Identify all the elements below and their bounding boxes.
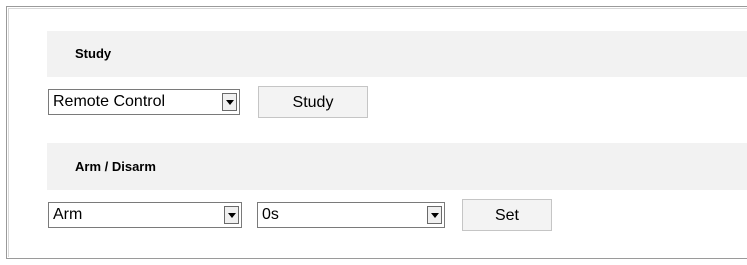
arm-mode-select-value: Arm — [53, 206, 83, 223]
panel-frame-inner-top — [8, 8, 747, 9]
chevron-down-icon[interactable] — [222, 93, 237, 111]
remote-control-select[interactable]: Remote Control — [48, 89, 240, 115]
study-button[interactable]: Study — [258, 86, 368, 118]
arm-mode-select[interactable]: Arm — [48, 202, 242, 228]
chevron-down-icon[interactable] — [224, 206, 239, 224]
remote-control-select-value: Remote Control — [53, 93, 166, 110]
delay-select[interactable]: 0s — [257, 202, 445, 228]
delay-select-value: 0s — [262, 206, 279, 223]
arm-disarm-section-title: Arm / Disarm — [75, 159, 156, 174]
panel-frame-inner-left — [8, 8, 9, 257]
set-button[interactable]: Set — [462, 199, 552, 231]
study-section-header: Study — [47, 31, 747, 77]
study-section-title: Study — [75, 46, 112, 61]
arm-disarm-section-header: Arm / Disarm — [47, 143, 747, 190]
chevron-down-icon[interactable] — [427, 206, 442, 224]
